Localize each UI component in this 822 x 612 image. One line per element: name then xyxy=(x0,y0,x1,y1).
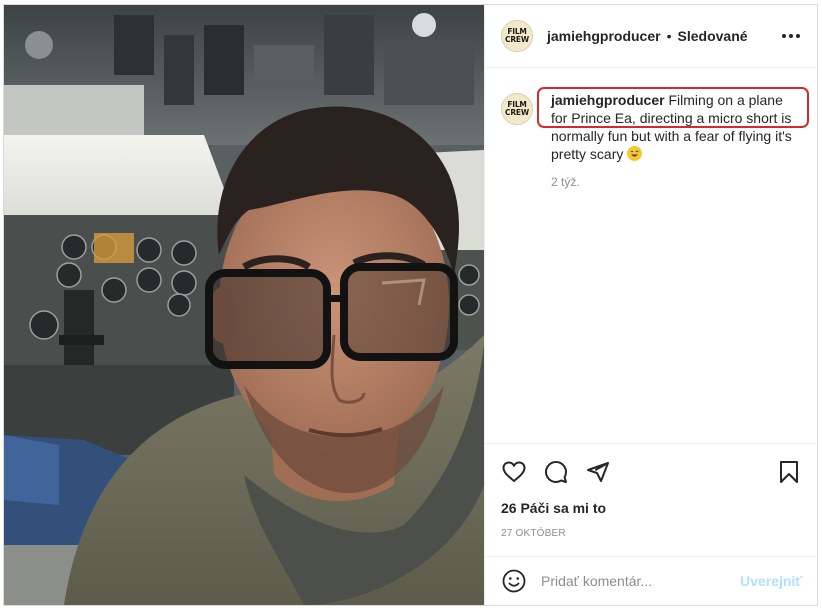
post-sidebar: FILM CREW jamiehgproducer • Sledované FI… xyxy=(484,5,818,605)
post-date[interactable]: 27 OKTÓBER xyxy=(501,528,802,539)
post-timestamp[interactable]: 2 týž. xyxy=(551,175,801,189)
author-avatar[interactable]: FILM CREW xyxy=(501,20,533,52)
more-options-icon[interactable] xyxy=(779,24,803,48)
following-button[interactable]: Sledované xyxy=(678,28,748,44)
caption-area: FILM CREW jamiehgproducer Filming on a p… xyxy=(485,69,818,439)
post-actions: 26 Páči sa mi to 27 OKTÓBER xyxy=(485,443,818,539)
caption: FILM CREW jamiehgproducer Filming on a p… xyxy=(501,91,802,189)
post-header: FILM CREW jamiehgproducer • Sledované xyxy=(485,5,817,68)
comment-icon[interactable] xyxy=(543,459,569,485)
emoji-picker-icon[interactable] xyxy=(501,568,527,594)
header-separator: • xyxy=(666,28,672,44)
post-photo[interactable] xyxy=(4,5,484,605)
caption-text: jamiehgproducer Filming on a plane for P… xyxy=(551,91,801,163)
add-comment-bar: Uverejniť xyxy=(485,556,818,605)
caption-author-avatar[interactable]: FILM CREW xyxy=(501,93,533,125)
post-comment-button[interactable]: Uverejniť xyxy=(740,573,802,589)
grinning-sweat-emoji-icon xyxy=(627,146,643,161)
avatar-logo: FILM CREW xyxy=(505,27,529,44)
heart-icon[interactable] xyxy=(501,459,527,485)
author-username-link[interactable]: jamiehgproducer xyxy=(547,28,661,44)
caption-body: jamiehgproducer Filming on a plane for P… xyxy=(551,91,801,189)
action-icons-row xyxy=(501,444,802,500)
cockpit-selfie-image xyxy=(4,5,484,605)
caption-username-link[interactable]: jamiehgproducer xyxy=(551,92,665,108)
instagram-post: FILM CREW jamiehgproducer • Sledované FI… xyxy=(3,4,818,606)
likes-count[interactable]: 26 Páči sa mi to xyxy=(501,500,802,516)
send-icon[interactable] xyxy=(585,459,611,485)
comment-input[interactable] xyxy=(541,573,736,589)
bookmark-icon[interactable] xyxy=(776,459,802,485)
avatar-logo: FILM CREW xyxy=(505,100,529,117)
